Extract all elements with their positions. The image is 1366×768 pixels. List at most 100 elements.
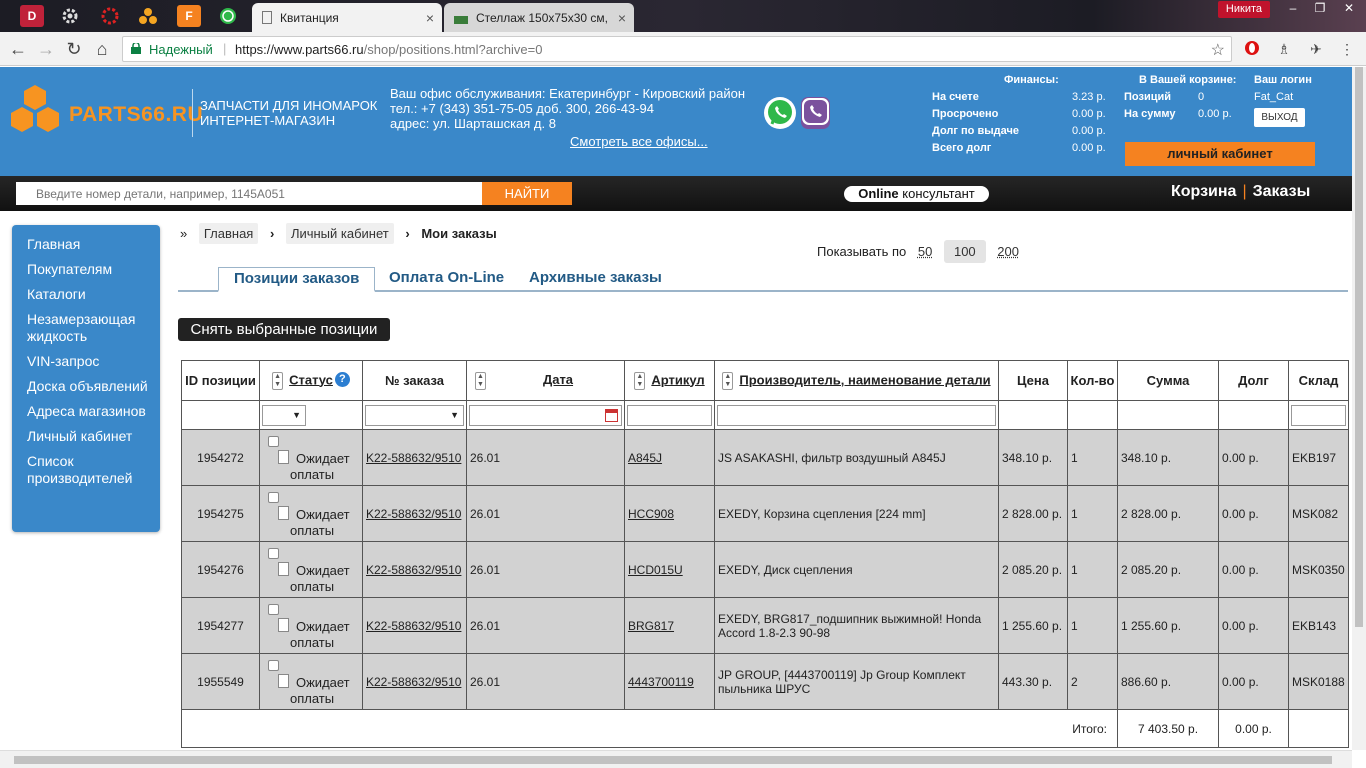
office-info: Ваш офис обслуживания: Екатеринбург - Ки…: [390, 86, 745, 131]
row-checkbox[interactable]: [268, 660, 279, 671]
tab-online-payment[interactable]: Оплата On-Line: [389, 267, 504, 291]
tab-order-positions[interactable]: Позиции заказов: [218, 267, 376, 292]
status-filter-select[interactable]: ▼: [262, 404, 306, 426]
pinned-tab-cubes-icon[interactable]: [136, 5, 160, 27]
article-link[interactable]: A845J: [628, 451, 662, 465]
restore-icon[interactable]: ❐: [1307, 0, 1333, 18]
vertical-scrollbar[interactable]: [1352, 67, 1366, 750]
back-icon[interactable]: ←: [8, 39, 28, 59]
col-article-label[interactable]: Артикул: [651, 372, 704, 387]
menu-dots-icon[interactable]: ⋮: [1338, 40, 1356, 58]
row-checkbox[interactable]: [268, 604, 279, 615]
breadcrumb-cabinet[interactable]: Личный кабинет: [285, 223, 394, 244]
search-button[interactable]: НАЙТИ: [482, 182, 572, 205]
pinned-tab-f[interactable]: F: [177, 5, 201, 27]
sidebar-item-antifreeze[interactable]: Незамерзающая жидкость: [12, 311, 160, 345]
sidebar-item-catalogs[interactable]: Каталоги: [12, 286, 160, 303]
extension-icon[interactable]: ♗: [1275, 40, 1293, 58]
col-id: ID позиции: [181, 360, 260, 401]
tab-archived-orders[interactable]: Архивные заказы: [529, 267, 662, 291]
help-icon[interactable]: ?: [334, 371, 350, 387]
scroll-thumb[interactable]: [14, 756, 1332, 764]
col-maker[interactable]: ▲ ▼ Производитель, наименование детали: [714, 360, 999, 401]
col-status-label[interactable]: Статус: [289, 372, 333, 387]
viber-icon[interactable]: [801, 97, 830, 129]
col-status[interactable]: ▲ ▼ Статус?: [259, 360, 363, 401]
forward-icon[interactable]: →: [36, 39, 56, 59]
close-window-icon[interactable]: ✕: [1336, 0, 1362, 18]
horizontal-scrollbar[interactable]: [0, 750, 1352, 768]
calendar-icon[interactable]: [605, 408, 618, 422]
part-search-input[interactable]: [16, 182, 482, 205]
row-checkbox[interactable]: [268, 492, 279, 503]
maker-filter-input[interactable]: [717, 404, 996, 426]
close-tab-icon[interactable]: ×: [426, 10, 434, 26]
sidebar-item-board[interactable]: Доска объявлений: [12, 378, 160, 395]
breadcrumb-home[interactable]: Главная: [198, 223, 259, 244]
order-link[interactable]: K22-588632/9510: [366, 507, 461, 521]
reload-icon[interactable]: ↻: [64, 39, 84, 59]
cell-qty: 1: [1067, 597, 1118, 654]
order-link[interactable]: K22-588632/9510: [366, 563, 461, 577]
tab-shelf[interactable]: Стеллаж 150х75х30 см, ×: [444, 3, 634, 32]
per-page-100[interactable]: 100: [943, 240, 986, 263]
col-maker-label[interactable]: Производитель, наименование детали: [739, 372, 990, 387]
order-link[interactable]: K22-588632/9510: [366, 675, 461, 689]
sidebar-item-home[interactable]: Главная: [12, 236, 160, 253]
sidebar-item-cabinet[interactable]: Личный кабинет: [12, 428, 160, 445]
total-row: Итого: 7 403.50 р. 0.00 р.: [181, 709, 1349, 748]
sort-icon[interactable]: ▲ ▼: [272, 371, 284, 390]
warehouse-filter-input[interactable]: [1291, 404, 1346, 426]
home-icon[interactable]: ⌂: [92, 39, 112, 59]
sort-icon[interactable]: ▲ ▼: [634, 371, 646, 390]
date-filter-input[interactable]: [469, 404, 622, 426]
all-offices-link[interactable]: Смотреть все офисы...: [570, 134, 708, 149]
col-date[interactable]: ▲ ▼ Дата: [466, 360, 625, 401]
profile-chip[interactable]: Никита: [1217, 1, 1270, 18]
pinned-tab-red-icon[interactable]: [98, 5, 122, 27]
article-link[interactable]: HCC908: [628, 507, 674, 521]
sort-icon[interactable]: ▲ ▼: [475, 371, 486, 390]
pinned-tab-whatsapp-icon[interactable]: [216, 5, 240, 27]
row-checkbox[interactable]: [268, 548, 279, 559]
tagline: ЗАПЧАСТИ ДЛЯ ИНОМАРОК ИНТЕРНЕТ-МАГАЗИН: [200, 98, 377, 128]
per-page-50[interactable]: 50: [918, 244, 932, 259]
total-debt: 0.00 р.: [1218, 709, 1289, 748]
sidebar-item-store-addresses[interactable]: Адреса магазинов: [12, 403, 160, 420]
sort-icon[interactable]: ▲ ▼: [722, 371, 734, 390]
article-link[interactable]: HCD015U: [628, 563, 683, 577]
col-date-label[interactable]: Дата: [543, 372, 573, 387]
opera-extension-icon[interactable]: [1243, 40, 1261, 58]
pinned-tab-d[interactable]: D: [20, 5, 44, 27]
tab-receipt[interactable]: Квитанция ×: [252, 3, 442, 32]
sidebar-item-customers[interactable]: Покупателям: [12, 261, 160, 278]
logo-text[interactable]: PARTS66.RU: [69, 103, 203, 127]
logo-cubes-icon[interactable]: [10, 85, 60, 133]
order-filter-select[interactable]: ▼: [365, 404, 464, 426]
logout-button[interactable]: ВЫХОД: [1254, 108, 1305, 127]
bookmark-star-icon[interactable]: ☆: [1211, 40, 1225, 60]
online-consultant-button[interactable]: Online консультант: [844, 186, 989, 202]
whatsapp-icon[interactable]: [764, 97, 796, 129]
personal-cabinet-button[interactable]: личный кабинет: [1125, 142, 1315, 166]
omnibox[interactable]: Надежный | https://www.parts66.ru/shop/p…: [122, 36, 1232, 62]
sidebar-item-manufacturers[interactable]: Список производителей: [12, 453, 160, 487]
puzzle-extension-icon[interactable]: ✈: [1307, 40, 1325, 58]
article-filter-input[interactable]: [627, 404, 712, 426]
pinned-tab-gear-icon[interactable]: [58, 5, 82, 27]
close-tab-icon[interactable]: ×: [618, 10, 626, 26]
order-link[interactable]: K22-588632/9510: [366, 451, 461, 465]
sidebar-item-vin-request[interactable]: VIN-запрос: [12, 353, 160, 370]
cell-order: K22-588632/9510: [362, 541, 467, 598]
cart-link[interactable]: Корзина: [1171, 183, 1236, 200]
remove-selected-button[interactable]: Снять выбранные позиции: [178, 318, 390, 341]
order-link[interactable]: K22-588632/9510: [366, 619, 461, 633]
orders-link[interactable]: Заказы: [1253, 183, 1311, 200]
minimize-icon[interactable]: ‒: [1280, 0, 1306, 18]
col-article[interactable]: ▲ ▼ Артикул: [624, 360, 715, 401]
article-link[interactable]: BRG817: [628, 619, 674, 633]
row-checkbox[interactable]: [268, 436, 279, 447]
scroll-thumb[interactable]: [1355, 67, 1363, 627]
per-page-200[interactable]: 200: [997, 244, 1019, 259]
article-link[interactable]: 4443700119: [628, 675, 694, 689]
